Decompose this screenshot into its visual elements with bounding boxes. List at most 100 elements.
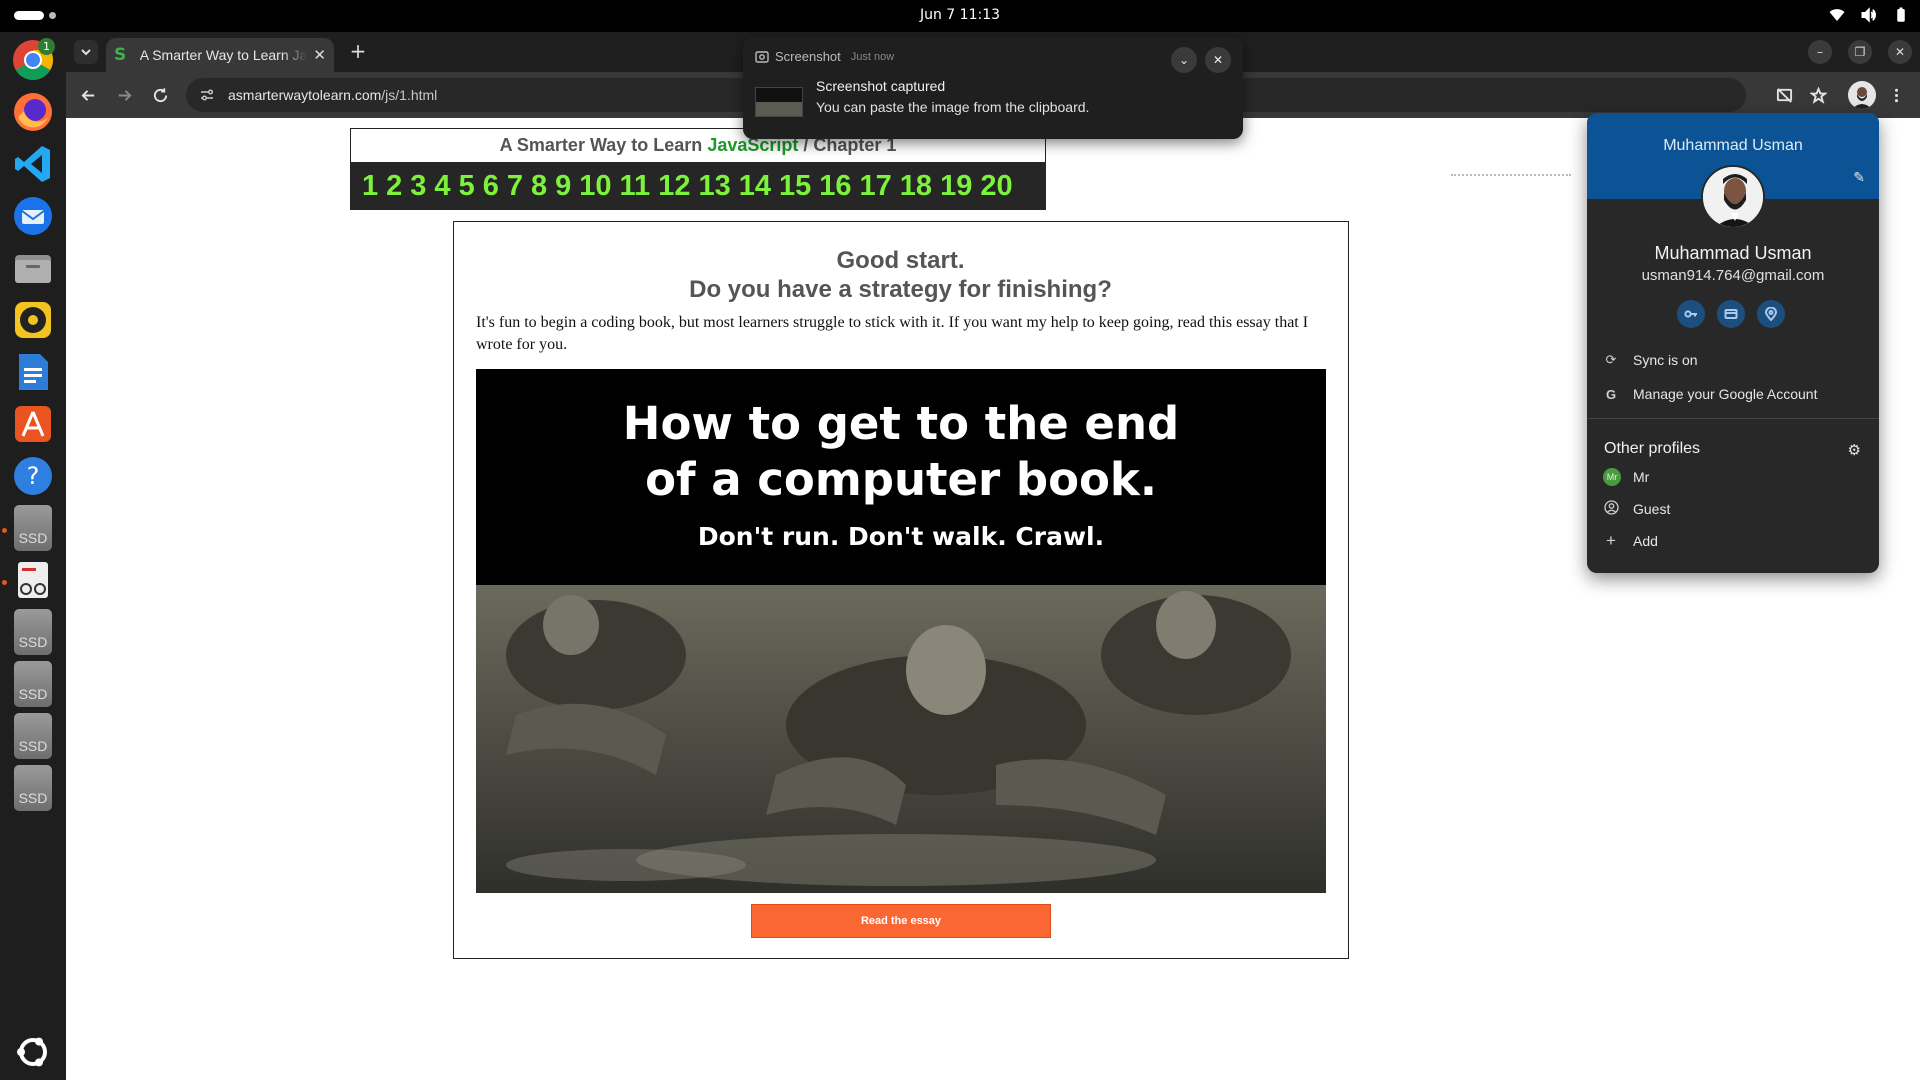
chapter-link[interactable]: 5 [459, 170, 475, 203]
chapter-link[interactable]: 8 [531, 170, 547, 203]
drive-icon: SSD [14, 713, 52, 759]
arrow-right-icon [118, 89, 132, 101]
chapter-link[interactable]: 13 [698, 170, 730, 203]
forward-button[interactable] [112, 83, 136, 107]
profile-menu: Muhammad Usman ✎ Muhammad Usman usman914… [1587, 113, 1879, 573]
manage-profiles-gear-icon[interactable]: ⚙ [1848, 441, 1861, 459]
restore-button[interactable]: ❐ [1848, 40, 1872, 64]
clock[interactable]: Jun 7 11:13 [0, 7, 1920, 23]
guest-icon [1603, 500, 1619, 518]
more-vertical-icon [1894, 88, 1898, 102]
cast-button[interactable] [1772, 83, 1796, 107]
book-header: A Smarter Way to Learn JavaScript / Chap… [350, 128, 1046, 210]
chapter-link[interactable]: 12 [658, 170, 690, 203]
svg-text:?: ? [27, 462, 40, 490]
chrome-launcher[interactable]: 1 [9, 36, 57, 84]
essay-banner-image[interactable]: How to get to the end of a computer book… [476, 369, 1326, 893]
tab-title: A Smarter Way to Learn JavaScript [139, 47, 308, 63]
vscode-launcher[interactable] [9, 140, 57, 188]
chapter-link[interactable]: 1 [362, 170, 378, 203]
profile-banner-name: Muhammad Usman [1663, 137, 1803, 154]
promo-paragraph: It's fun to begin a coding book, but mos… [476, 314, 1309, 353]
chapter-link[interactable]: 9 [555, 170, 571, 203]
chapter-link[interactable]: 14 [739, 170, 771, 203]
writer-launcher[interactable] [9, 348, 57, 396]
ssd-drive-5[interactable]: SSD [9, 764, 57, 812]
tab-close-icon[interactable]: ✕ [313, 46, 326, 64]
screenshot-notification[interactable]: Screenshot Just now ⌄ ✕ Screenshot captu… [743, 37, 1243, 139]
notification-close-button[interactable]: ✕ [1205, 47, 1231, 73]
reload-button[interactable] [148, 83, 172, 107]
add-profile-row[interactable]: + Add [1587, 528, 1879, 554]
window-controls: – ❐ ✕ [1808, 40, 1912, 64]
ubuntu-logo-icon [17, 1037, 47, 1067]
profile-item-guest[interactable]: Guest [1587, 496, 1879, 522]
minimize-button[interactable]: – [1808, 40, 1832, 64]
back-button[interactable] [76, 83, 100, 107]
edit-profile-icon[interactable]: ✎ [1853, 169, 1865, 186]
new-tab-button[interactable]: + [346, 40, 370, 64]
chapter-link[interactable]: 18 [900, 170, 932, 203]
help-launcher[interactable]: ? [9, 452, 57, 500]
profile-name: Muhammad Usman [1654, 243, 1812, 263]
sync-status-row[interactable]: ⟳ Sync is on [1587, 347, 1879, 373]
chapter-link[interactable]: 11 [620, 170, 651, 203]
addresses-button[interactable] [1757, 300, 1785, 328]
show-apps-button[interactable] [9, 1028, 57, 1076]
tab-active[interactable]: S A Smarter Way to Learn JavaScript ✕ [106, 38, 334, 72]
music-player-icon [15, 302, 51, 338]
passwords-button[interactable] [1677, 300, 1705, 328]
firefox-launcher[interactable] [9, 88, 57, 136]
drive-icon: SSD [14, 505, 52, 551]
promo-subheading: Do you have a strategy for finishing? [689, 276, 1112, 303]
tab-search-button[interactable] [74, 40, 98, 64]
bookmark-button[interactable] [1806, 83, 1830, 107]
ssd-drive-4[interactable]: SSD [9, 712, 57, 760]
chapter-link[interactable]: 15 [779, 170, 811, 203]
profile-item-mr[interactable]: Mr Mr [1587, 464, 1879, 490]
chapter-link[interactable]: 16 [819, 170, 851, 203]
chevron-down-icon [81, 49, 91, 56]
system-tray[interactable] [1828, 6, 1910, 24]
system-top-bar: Jun 7 11:13 [0, 0, 1920, 32]
files-launcher[interactable] [9, 244, 57, 292]
site-settings-icon [201, 89, 213, 101]
notification-count-badge: 1 [38, 38, 55, 55]
thunderbird-launcher[interactable] [9, 192, 57, 240]
chapter-link[interactable]: 2 [386, 170, 402, 203]
payment-methods-button[interactable] [1717, 300, 1745, 328]
chapter-link[interactable]: 3 [410, 170, 426, 203]
close-window-button[interactable]: ✕ [1888, 40, 1912, 64]
chapter-link[interactable]: 4 [434, 170, 450, 203]
promo-card: Good start. Do you have a strategy for f… [453, 221, 1349, 959]
banner-subtitle: Don't run. Don't walk. Crawl. [697, 522, 1105, 551]
chapter-link[interactable]: 10 [579, 170, 611, 203]
drive-icon: SSD [14, 661, 52, 707]
manage-account-row[interactable]: G Manage your Google Account [1587, 381, 1879, 407]
notification-body: You can paste the image from the clipboa… [816, 99, 1090, 115]
wifi-icon [1829, 9, 1845, 21]
browser-menu-button[interactable] [1884, 83, 1908, 107]
notification-expand-button[interactable]: ⌄ [1171, 47, 1197, 73]
ssd-drive-2[interactable]: SSD [9, 608, 57, 656]
chapter-link[interactable]: 7 [507, 170, 523, 203]
key-icon [1684, 310, 1697, 318]
document-viewer-launcher[interactable] [9, 556, 57, 604]
chapter-link[interactable]: 19 [940, 170, 972, 203]
other-profiles-title: Other profiles [1604, 440, 1701, 457]
notification-header: Screenshot Just now [755, 49, 894, 64]
rhythmbox-launcher[interactable] [9, 296, 57, 344]
app-center-launcher[interactable] [9, 400, 57, 448]
thunderbird-icon [14, 197, 52, 235]
screenshot-icon [755, 50, 769, 63]
chapter-link[interactable]: 6 [483, 170, 499, 203]
ssd-drive-3[interactable]: SSD [9, 660, 57, 708]
ssd-drive-1[interactable]: SSD [9, 504, 57, 552]
profile-avatar-button[interactable] [1848, 81, 1876, 109]
profile-email: usman914.764@gmail.com [1641, 267, 1825, 284]
chapter-link[interactable]: 17 [860, 170, 892, 203]
chapter-link[interactable]: 20 [980, 170, 1012, 203]
arrow-left-icon [80, 89, 94, 101]
sync-icon: ⟳ [1605, 352, 1617, 367]
read-essay-button[interactable]: Read the essay [751, 904, 1051, 938]
